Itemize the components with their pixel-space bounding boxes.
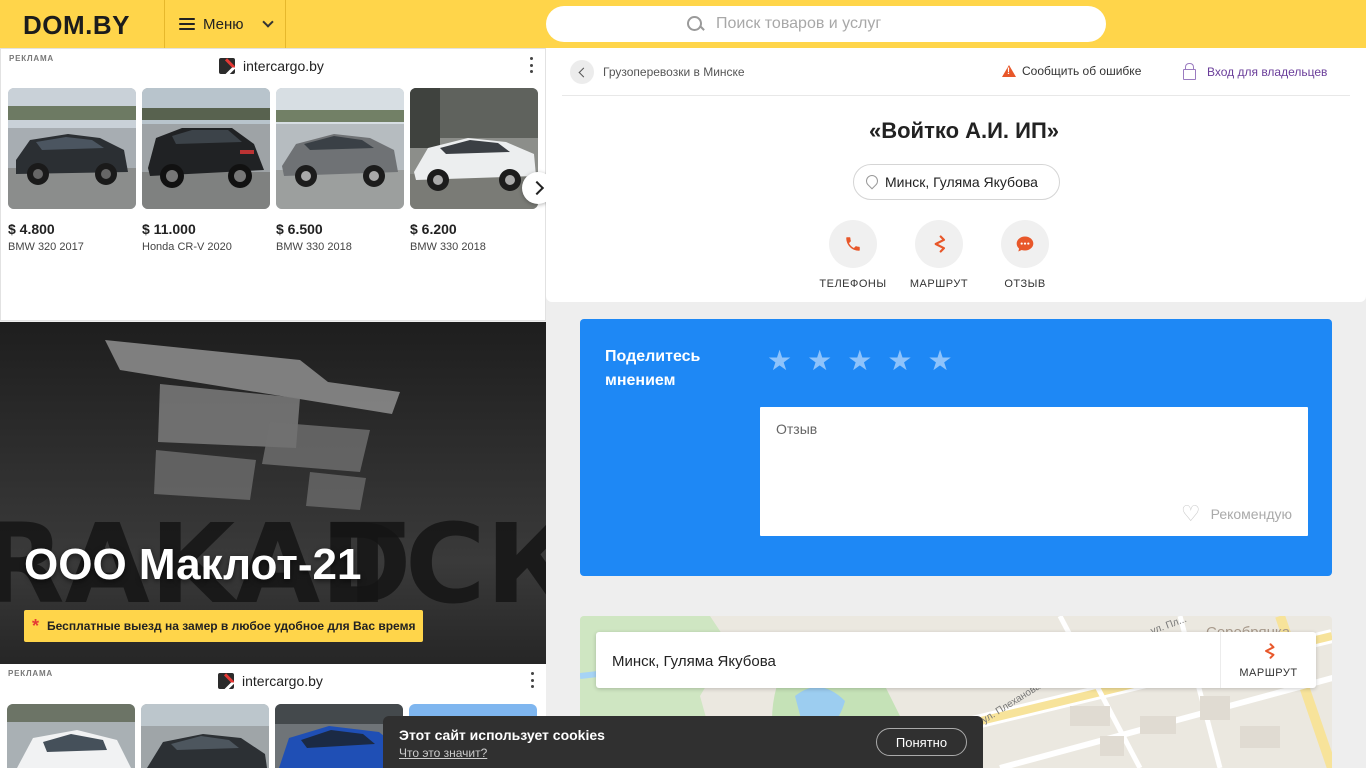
menu-button[interactable]: Меню <box>164 0 286 48</box>
phones-button[interactable]: ТЕЛЕФОНЫ <box>819 220 887 290</box>
svg-text:ТСКУ: ТСКУ <box>330 500 546 628</box>
address-text: Минск, Гуляма Якубова <box>885 174 1038 190</box>
phone-icon <box>829 220 877 268</box>
search-input[interactable] <box>716 15 956 33</box>
phones-label: ТЕЛЕФОНЫ <box>819 278 887 290</box>
promo-badge: * Бесплатные выезд на замер в любое удоб… <box>24 610 424 642</box>
recommend-toggle[interactable]: ♡ Рекомендую <box>1181 503 1292 525</box>
map-route-button[interactable]: МАРШРУТ <box>1220 632 1316 688</box>
car-model: Honda CR-V 2020 <box>142 241 232 253</box>
car-card[interactable]: $ 6.200 BMW 330 2018 <box>410 88 538 253</box>
ad-brand[interactable]: intercargo.by <box>219 58 324 74</box>
heart-icon: ♡ <box>1180 501 1201 526</box>
company-banner[interactable]: RAKAD ТСКУ ООО Маклот-21 * Бесплатные вы… <box>0 322 546 664</box>
burger-icon <box>179 18 195 30</box>
ad-label: РЕКЛАМА <box>8 669 53 678</box>
promo-badge-text: Бесплатные выезд на замер в любое удобно… <box>47 619 416 633</box>
action-buttons: ТЕЛЕФОНЫ МАРШРУТ ОТЗЫВ <box>819 220 1057 290</box>
car-model: BMW 330 2018 <box>276 241 352 253</box>
route-icon <box>1260 642 1278 663</box>
car-photo <box>7 704 135 768</box>
star-icon[interactable]: ★ <box>927 347 952 375</box>
car-price: $ 11.000 <box>142 221 196 237</box>
ad-label: РЕКЛАМА <box>9 54 54 63</box>
car-photo <box>276 88 404 209</box>
intercargo-logo-icon <box>219 58 235 74</box>
cookie-banner: Этот сайт использует cookies Что это зна… <box>383 716 983 768</box>
car-carousel: $ 4.800 BMW 320 2017 $ 11.000 Honda CR-V… <box>8 88 538 253</box>
map-pin-icon <box>866 175 877 189</box>
car-card[interactable]: $ 11.000 Honda CR-V 2020 <box>142 88 270 253</box>
recommend-label: Рекомендую <box>1210 506 1292 522</box>
ad-brand-name: intercargo.by <box>242 673 323 689</box>
cookie-info-link[interactable]: Что это значит? <box>399 746 487 760</box>
car-photo <box>142 88 270 209</box>
cookie-text: Этот сайт использует cookies <box>399 727 605 743</box>
car-photo <box>410 88 538 209</box>
car-price: $ 4.800 <box>8 221 55 237</box>
back-button[interactable] <box>570 60 594 84</box>
review-form: Поделитесь мнением ★ ★ ★ ★ ★ ♡ Рекоменду… <box>580 319 1332 576</box>
rating-stars: ★ ★ ★ ★ ★ <box>767 347 953 375</box>
map-address-bar: Минск, Гуляма Якубова МАРШРУТ <box>596 632 1316 688</box>
more-options-icon[interactable] <box>530 672 534 688</box>
owner-login-label: Вход для владельцев <box>1207 65 1328 79</box>
ad-brand[interactable]: intercargo.by <box>218 673 323 689</box>
intercargo-logo-icon <box>218 673 234 689</box>
car-card[interactable] <box>7 704 135 768</box>
map-route-label: МАРШРУТ <box>1239 666 1298 679</box>
route-label: МАРШРУТ <box>909 278 969 290</box>
more-options-icon[interactable] <box>529 57 533 73</box>
ad-block-top: РЕКЛАМА intercargo.by $ 4.800 BMW 320 20… <box>0 48 554 321</box>
star-icon[interactable]: ★ <box>847 347 872 375</box>
car-price: $ 6.200 <box>410 221 457 237</box>
site-logo[interactable]: DOM.BY <box>23 10 130 41</box>
car-price: $ 6.500 <box>276 221 323 237</box>
route-button[interactable]: МАРШРУТ <box>907 220 971 290</box>
address-pill[interactable]: Минск, Гуляма Якубова <box>853 164 1060 200</box>
chat-icon <box>1001 220 1049 268</box>
star-icon[interactable]: ★ <box>807 347 832 375</box>
car-photo <box>141 704 269 768</box>
car-model: BMW 320 2017 <box>8 241 84 253</box>
review-textbox: ♡ Рекомендую <box>760 407 1308 536</box>
car-card[interactable]: $ 4.800 BMW 320 2017 <box>8 88 136 253</box>
menu-label: Меню <box>203 15 244 33</box>
review-label: ОТЗЫВ <box>1004 278 1046 290</box>
page-title: «Войтко А.И. ИП» <box>868 118 1060 143</box>
breadcrumb[interactable]: Грузоперевозки в Минске <box>603 65 745 79</box>
car-card[interactable] <box>141 704 269 768</box>
site-header: DOM.BY Меню <box>0 0 1366 48</box>
cookie-accept-button[interactable]: Понятно <box>876 728 967 756</box>
warning-icon <box>1002 65 1016 77</box>
report-error-label: Сообщить об ошибке <box>1022 64 1142 78</box>
search-bar[interactable] <box>546 6 1106 42</box>
report-error-link[interactable]: Сообщить об ошибке <box>1002 64 1141 78</box>
ad-brand-name: intercargo.by <box>243 58 324 74</box>
car-model: BMW 330 2018 <box>410 241 486 253</box>
review-button[interactable]: ОТЗЫВ <box>993 220 1057 290</box>
divider <box>562 95 1350 96</box>
car-photo <box>8 88 136 209</box>
star-icon[interactable]: ★ <box>887 347 912 375</box>
route-icon <box>915 220 963 268</box>
star-icon[interactable]: ★ <box>767 347 792 375</box>
owner-login-link[interactable]: Вход для владельцев <box>1183 63 1328 80</box>
company-card: Грузоперевозки в Минске Сообщить об ошиб… <box>546 48 1366 302</box>
banner-company-title: ООО Маклот-21 <box>24 540 362 589</box>
chevron-down-icon <box>261 16 274 28</box>
map-address-text: Минск, Гуляма Якубова <box>612 653 776 670</box>
lock-icon <box>1183 63 1196 80</box>
car-card[interactable]: $ 6.500 BMW 330 2018 <box>276 88 404 253</box>
review-title: Поделитесь мнением <box>605 348 701 389</box>
asterisk-icon: * <box>32 616 40 636</box>
search-icon <box>686 15 704 33</box>
